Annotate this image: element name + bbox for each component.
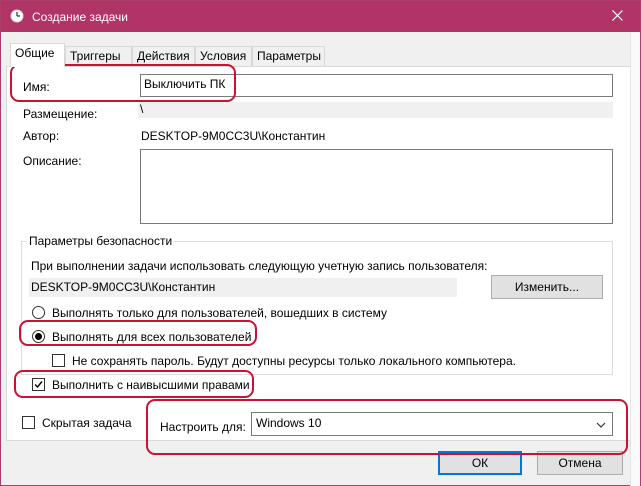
name-label: Имя: [23,80,50,94]
radio-selected-dot [35,333,42,340]
checkmark-icon [34,381,43,389]
close-icon [611,9,623,24]
author-value: DESKTOP-9M0CC3U\Константин [141,129,326,143]
tab-triggers[interactable]: Триггеры [65,46,132,66]
create-task-dialog: Создание задачи Общие Триггеры Действия … [0,0,641,486]
title-bar[interactable]: Создание задачи [1,1,640,32]
chevron-down-icon [596,418,606,432]
radio-logged-on-label[interactable]: Выполнять только для пользователей, воше… [52,306,387,320]
tab-conditions[interactable]: Условия [195,46,252,66]
hidden-task-label[interactable]: Скрытая задача [42,416,132,430]
tab-actions[interactable]: Действия [132,46,195,66]
no-store-password-checkbox[interactable] [52,354,65,367]
configure-for-value: Windows 10 [256,416,322,430]
radio-logged-on-only[interactable] [32,306,45,319]
clock-icon [10,9,24,23]
no-store-password-label[interactable]: Не сохранять пароль. Будут доступны ресу… [72,354,516,368]
name-input[interactable]: Выключить ПК [140,74,613,97]
author-label: Автор: [23,129,60,143]
background-window-edge [630,32,640,486]
configure-for-select[interactable]: Windows 10 [251,412,613,436]
account-prompt: При выполнении задачи использовать следу… [31,259,488,273]
location-value: \ [140,102,144,116]
location-label: Размещение: [23,107,98,121]
general-tab-panel: Имя: Выключить ПК Размещение: \ Автор: D… [6,66,634,441]
hidden-task-checkbox[interactable] [22,416,35,429]
security-group-title: Параметры безопасности [27,234,175,248]
highest-privileges-label[interactable]: Выполнить с наивысшими правами [52,378,250,392]
configure-for-label: Настроить для: [160,420,246,434]
account-value: DESKTOP-9M0CC3U\Константин [31,280,216,294]
window-title: Создание задачи [32,10,128,24]
change-user-button[interactable]: Изменить... [491,275,603,299]
radio-all-users-label[interactable]: Выполнять для всех пользователей [52,330,251,344]
tab-general[interactable]: Общие [10,43,65,67]
highest-privileges-checkbox[interactable] [32,378,45,391]
description-label: Описание: [23,154,82,168]
location-field [138,102,613,118]
close-button[interactable] [594,1,640,32]
tab-settings[interactable]: Параметры [252,46,325,66]
description-input[interactable] [140,149,613,224]
radio-all-users[interactable] [32,330,45,343]
ok-button[interactable]: ОК [438,451,522,475]
cancel-button[interactable]: Отмена [537,451,623,475]
